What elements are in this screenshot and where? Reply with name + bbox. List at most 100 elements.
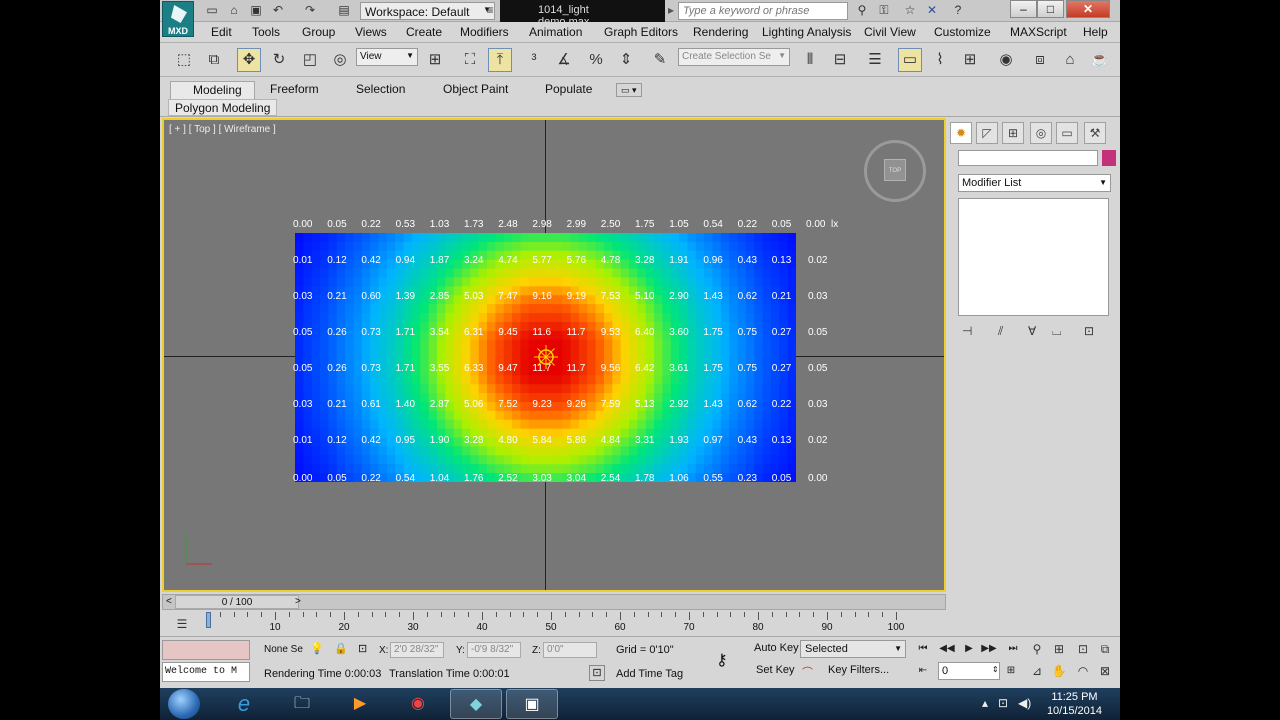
percent-snap-icon[interactable]: % — [584, 48, 608, 72]
save-file-icon[interactable]: ▣ — [248, 3, 264, 18]
open-file-icon[interactable]: ⌂ — [226, 3, 242, 18]
current-frame-marker[interactable] — [206, 612, 211, 628]
volume-icon[interactable]: ◀) — [1018, 696, 1031, 710]
maxscript-mini-listener[interactable] — [162, 640, 250, 660]
align-icon[interactable]: ⊟ — [828, 48, 852, 72]
spinner-snap-icon[interactable]: ⇕ — [614, 48, 638, 72]
menu-views[interactable]: Views — [355, 25, 387, 39]
menu-tools[interactable]: Tools — [252, 25, 280, 39]
reference-coordinate-dropdown[interactable]: View ▼ — [356, 48, 418, 66]
pan-view-icon[interactable]: ✋ — [1050, 662, 1068, 680]
hierarchy-tab-icon[interactable]: ⊞ — [1002, 122, 1024, 144]
zoom-all-icon[interactable]: ⊞ — [1050, 640, 1068, 658]
selection-lock-icon[interactable]: 🔒 — [334, 642, 348, 655]
isolate-selection-icon[interactable]: 💡 — [310, 642, 324, 655]
ribbon-tab-object-paint[interactable]: Object Paint — [439, 81, 512, 99]
select-and-move-icon[interactable]: ✥ — [237, 48, 261, 72]
layer-manager-icon[interactable]: ☰ — [863, 48, 887, 72]
time-configuration-icon[interactable]: ⊞ — [1002, 663, 1020, 679]
utilities-tab-icon[interactable]: ⚒ — [1084, 122, 1106, 144]
add-time-tag[interactable]: Add Time Tag — [616, 668, 683, 680]
modifier-stack[interactable] — [958, 198, 1109, 316]
menu-modifiers[interactable]: Modifiers — [460, 25, 509, 39]
maximize-viewport-icon[interactable]: ⊠ — [1096, 662, 1114, 680]
viewcube[interactable]: TOP — [864, 140, 926, 202]
pin-stack-icon[interactable]: ⊣ — [962, 324, 972, 338]
ribbon-tab-populate[interactable]: Populate — [541, 81, 596, 99]
internet-explorer-icon[interactable]: e — [218, 689, 270, 719]
select-and-scale-icon[interactable]: ◰ — [298, 48, 322, 72]
next-frame-arrow[interactable]: > — [295, 595, 301, 609]
quick-access-menu-icon[interactable]: ≡ — [482, 3, 498, 18]
mirror-icon[interactable]: ⫴ — [798, 48, 822, 72]
make-unique-icon[interactable]: ∀ — [1028, 324, 1036, 338]
select-and-rotate-icon[interactable]: ↻ — [267, 48, 291, 72]
project-folder-icon[interactable]: ▤ — [336, 3, 352, 18]
current-frame-field[interactable]: 0 — [938, 662, 1000, 680]
start-button[interactable] — [168, 689, 200, 719]
show-hidden-icons-icon[interactable]: ▴ — [982, 696, 988, 710]
keyboard-shortcut-override-icon[interactable]: ⤒ — [488, 48, 512, 72]
auto-key-button[interactable]: Auto Key — [750, 640, 803, 658]
material-editor-icon[interactable]: ◉ — [994, 48, 1018, 72]
absolute-mode-icon[interactable]: ⊡ — [358, 642, 367, 655]
new-file-icon[interactable]: ▭ — [204, 3, 220, 18]
graphite-ribbon-icon[interactable]: ▭ — [898, 48, 922, 72]
top-viewport[interactable]: [ + ] [ Top ] [ Wireframe ] TOP 0.00 0.05… — [162, 118, 946, 592]
display-tab-icon[interactable]: ▭ — [1056, 122, 1078, 144]
ribbon-tab-modeling[interactable]: Modeling — [170, 81, 255, 99]
chrome-icon[interactable]: ◉ — [392, 689, 444, 719]
go-to-start-icon[interactable]: ⏮ — [914, 641, 932, 657]
zoom-extents-icon[interactable]: ⊡ — [1074, 640, 1092, 658]
ribbon-panel-polygon-modeling[interactable]: Polygon Modeling — [168, 99, 278, 116]
y-coordinate-field[interactable]: -0'9 8/32" — [467, 642, 521, 658]
menu-help[interactable]: Help — [1083, 25, 1108, 39]
track-bar[interactable]: 10 20 30 40 50 60 70 80 90 100 — [206, 612, 906, 636]
ribbon-options-dropdown[interactable]: ▭ ▾ — [616, 83, 642, 97]
pivot-center-icon[interactable]: ⊞ — [423, 48, 447, 72]
ribbon-tab-selection[interactable]: Selection — [352, 81, 409, 99]
minimize-button[interactable]: – — [1010, 0, 1037, 18]
go-to-end-icon[interactable]: ⏭ — [1004, 641, 1022, 657]
curve-editor-icon[interactable]: ⌇ — [928, 48, 952, 72]
time-tag-icon[interactable]: ⊡ — [589, 665, 605, 681]
light-source-icon[interactable] — [533, 344, 559, 370]
time-slider[interactable]: < 0 / 100 > — [162, 594, 946, 610]
menu-rendering[interactable]: Rendering — [693, 25, 748, 39]
set-key-mode-key-icon[interactable]: ⚷ — [716, 650, 728, 670]
menu-civil-view[interactable]: Civil View — [864, 25, 916, 39]
file-explorer-icon[interactable]: 🗀 — [276, 689, 328, 719]
modify-tab-icon[interactable]: ◸ — [976, 122, 998, 144]
render-setup-icon[interactable]: ⧈ — [1028, 48, 1052, 72]
network-icon[interactable]: ⊡ — [998, 696, 1008, 710]
menu-group[interactable]: Group — [302, 25, 335, 39]
object-name-field[interactable] — [958, 150, 1098, 166]
zoom-extents-all-icon[interactable]: ⧉ — [1096, 640, 1114, 658]
motion-tab-icon[interactable]: ◎ — [1030, 122, 1052, 144]
undo-icon[interactable]: ↶ — [270, 3, 286, 18]
3ds-max-taskbar-icon[interactable]: ◆ — [450, 689, 502, 719]
frame-spinner-icon[interactable]: ⇕ — [992, 665, 999, 674]
mini-curve-editor-icon[interactable]: ☰ — [170, 612, 194, 636]
snaps-toggle-icon[interactable]: ³ — [522, 48, 546, 72]
exchange-icon[interactable]: ✕ — [924, 3, 940, 18]
render-production-icon[interactable]: ☕ — [1088, 48, 1112, 72]
key-mode-toggle-icon[interactable]: ⇤ — [914, 663, 932, 679]
edit-named-selection-icon[interactable]: ✎ — [648, 48, 672, 72]
ribbon-tab-freeform[interactable]: Freeform — [266, 81, 323, 99]
previous-frame-arrow[interactable]: < — [166, 595, 172, 609]
play-icon[interactable]: ▶ — [960, 641, 978, 657]
render-frame-icon[interactable]: ⌂ — [1058, 48, 1082, 72]
menu-customize[interactable]: Customize — [934, 25, 991, 39]
create-tab-icon[interactable]: ✹ — [950, 122, 972, 144]
search-input[interactable]: Type a keyword or phrase — [678, 2, 848, 20]
zoom-icon[interactable]: ⚲ — [1028, 640, 1046, 658]
menu-animation[interactable]: Animation — [529, 25, 582, 39]
system-clock[interactable]: 11:25 PM 10/15/2014 — [1047, 690, 1102, 718]
menu-maxscript[interactable]: MAXScript — [1010, 25, 1067, 39]
select-manipulate-icon[interactable]: ⛶ — [458, 48, 482, 72]
media-player-icon[interactable]: ▶ — [334, 689, 386, 719]
select-object-icon[interactable]: ⬚ — [172, 48, 196, 72]
favorites-star-icon[interactable]: ☆ — [902, 3, 918, 18]
menu-create[interactable]: Create — [406, 25, 442, 39]
